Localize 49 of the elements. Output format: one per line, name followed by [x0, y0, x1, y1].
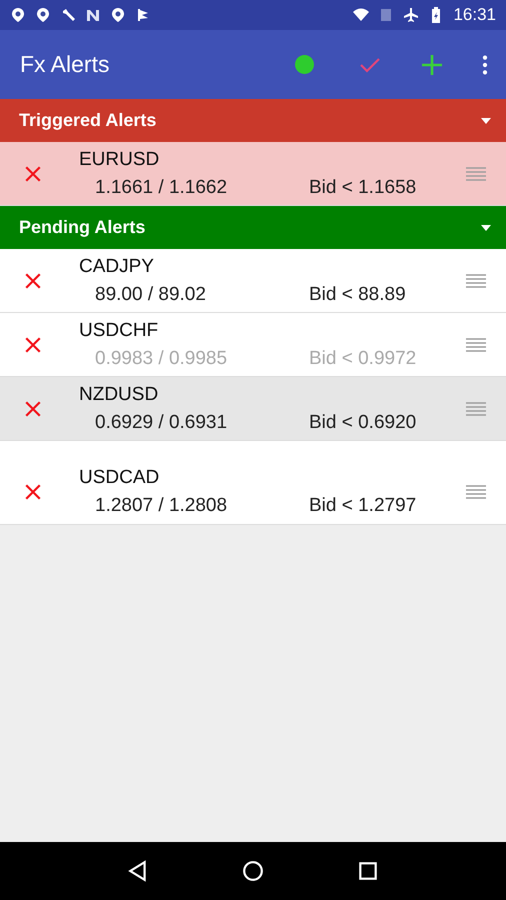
drag-handle-icon[interactable] — [466, 166, 486, 180]
home-icon[interactable] — [242, 860, 264, 882]
alert-row[interactable]: CADJPY 89.00 / 89.02 Bid < 88.89 — [0, 249, 506, 313]
delete-icon[interactable] — [24, 482, 42, 500]
currency-pair: CADJPY — [79, 256, 155, 278]
wrench-icon — [60, 7, 76, 23]
caret-icon[interactable] — [480, 224, 492, 232]
bid-ask-price: 89.00 / 89.02 — [94, 284, 207, 306]
alert-row[interactable]: USDCAD 1.2807 / 1.2808 Bid < 1.2797 — [0, 441, 506, 525]
caret-icon[interactable] — [480, 116, 492, 124]
currency-pair: EURUSD — [79, 148, 160, 170]
section-header[interactable]: Triggered Alerts — [0, 99, 506, 142]
section-header[interactable]: Pending Alerts — [0, 206, 506, 249]
drag-handle-icon[interactable] — [466, 274, 486, 288]
bid-ask-price: 1.1661 / 1.1662 — [94, 176, 228, 198]
location-pin-icon — [10, 7, 26, 23]
alert-condition: Bid < 1.1658 — [309, 176, 416, 198]
section-title: Triggered Alerts — [19, 110, 156, 131]
location-pin-icon — [35, 7, 51, 23]
bid-ask-price: 0.6929 / 0.6931 — [94, 412, 228, 434]
drag-handle-icon[interactable] — [466, 338, 486, 352]
delete-icon[interactable] — [24, 336, 42, 354]
alert-condition: Bid < 88.89 — [309, 284, 406, 306]
delete-icon[interactable] — [24, 400, 42, 418]
currency-pair: NZDUSD — [79, 384, 160, 406]
alert-row[interactable]: EURUSD 1.1661 / 1.1662 Bid < 1.1658 — [0, 142, 506, 206]
delete-icon[interactable] — [24, 272, 42, 290]
drag-handle-icon[interactable] — [466, 484, 486, 498]
location-pin-icon — [110, 7, 126, 23]
bid-ask-price: 1.2807 / 1.2808 — [94, 494, 228, 516]
alert-condition: Bid < 1.2797 — [309, 494, 416, 516]
currency-pair: USDCHF — [79, 320, 160, 342]
clock: 16:31 — [453, 5, 496, 25]
alert-row[interactable]: USDCHF 0.9983 / 0.9985 Bid < 0.9972 — [0, 313, 506, 377]
alert-row[interactable]: NZDUSD 0.6929 / 0.6931 Bid < 0.6920 — [0, 377, 506, 441]
currency-pair: USDCAD — [79, 466, 160, 488]
wifi-icon — [353, 7, 370, 23]
more-icon[interactable] — [482, 54, 488, 76]
app-title: Fx Alerts — [20, 51, 110, 78]
delete-icon[interactable] — [24, 164, 42, 182]
alert-condition: Bid < 0.6920 — [309, 412, 416, 434]
alert-condition: Bid < 0.9972 — [309, 348, 416, 370]
section-title: Pending Alerts — [19, 217, 146, 238]
add-icon[interactable] — [420, 52, 444, 76]
recents-icon[interactable] — [357, 860, 380, 882]
bid-ask-price: 0.9983 / 0.9985 — [94, 348, 228, 370]
airplane-icon — [403, 7, 420, 23]
n-logo-icon — [85, 7, 101, 23]
drag-handle-icon[interactable] — [466, 402, 486, 416]
